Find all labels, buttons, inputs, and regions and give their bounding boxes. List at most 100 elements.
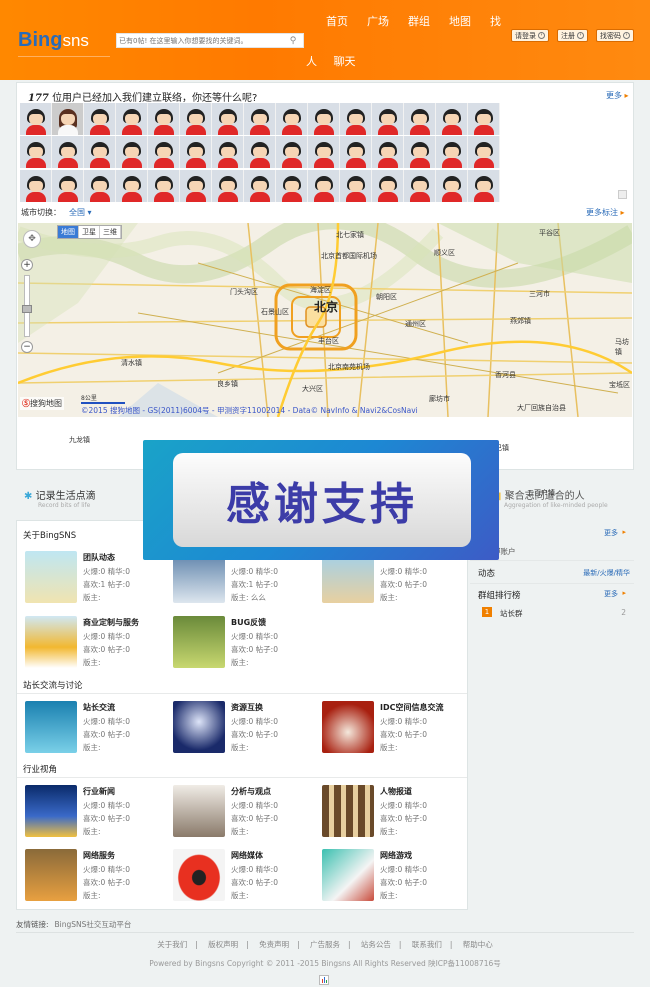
group-name[interactable]: 网络服务 <box>83 850 115 861</box>
nav-chat[interactable]: 聊天 <box>334 55 356 68</box>
group-name[interactable]: 团队动态 <box>83 552 115 563</box>
user-avatar[interactable] <box>308 136 340 169</box>
group-name[interactable]: 站长交流 <box>83 702 115 713</box>
zoom-out-button[interactable]: − <box>21 341 33 353</box>
user-avatar[interactable] <box>340 169 372 202</box>
group-thumbnail[interactable] <box>322 701 374 753</box>
user-avatar[interactable] <box>372 136 404 169</box>
map-type-map[interactable]: 地图 <box>58 226 79 238</box>
user-avatar[interactable] <box>52 136 84 169</box>
user-avatar[interactable] <box>244 103 276 135</box>
map-type-satellite[interactable]: 卫星 <box>79 226 100 238</box>
group-name[interactable]: 行业新闻 <box>83 786 115 797</box>
zoom-handle[interactable] <box>22 305 32 313</box>
user-avatar[interactable] <box>84 136 116 169</box>
rank-item[interactable]: 站长群 <box>500 608 523 619</box>
user-avatar[interactable] <box>436 169 468 202</box>
group-card[interactable]: 站长交流 火爆:0 精华:0 喜欢:0 帖子:0 版主: <box>25 701 165 753</box>
scroll-handle[interactable] <box>618 190 627 199</box>
user-avatar[interactable] <box>468 103 500 135</box>
user-avatar[interactable] <box>148 103 180 135</box>
nav-find-people-b[interactable]: 人 <box>306 55 317 68</box>
user-avatar[interactable] <box>180 169 212 202</box>
group-card[interactable]: 网络媒体 火爆:0 精华:0 喜欢:0 帖子:0 版主: <box>173 849 313 901</box>
group-card[interactable]: 人物报道 火爆:0 精华:0 喜欢:0 帖子:0 版主: <box>322 785 462 837</box>
user-avatar[interactable] <box>276 169 308 202</box>
user-avatar[interactable] <box>180 136 212 169</box>
user-avatar[interactable] <box>212 169 244 202</box>
users-more-link[interactable]: 更多 <box>606 90 629 101</box>
nav-find-people-a[interactable]: 找 <box>490 13 501 29</box>
group-card[interactable]: 网络游戏 火爆:0 精华:0 喜欢:0 帖子:0 版主: <box>322 849 462 901</box>
group-thumbnail[interactable] <box>173 701 225 753</box>
user-avatar[interactable] <box>52 169 84 202</box>
group-thumbnail[interactable] <box>173 849 225 901</box>
group-name[interactable]: 商业定制与服务 <box>83 617 139 628</box>
group-card[interactable]: 分析与观点 火爆:0 精华:0 喜欢:0 帖子:0 版主: <box>173 785 313 837</box>
group-name[interactable]: 资源互换 <box>231 702 263 713</box>
user-avatar[interactable] <box>84 169 116 202</box>
user-avatar[interactable] <box>404 169 436 202</box>
footer-link-contact[interactable]: 联系我们 <box>412 940 442 949</box>
group-thumbnail[interactable] <box>322 849 374 901</box>
user-avatar[interactable] <box>20 136 52 169</box>
group-name[interactable]: BUG反馈 <box>231 617 266 628</box>
zoom-in-button[interactable]: + <box>21 259 33 271</box>
user-avatar[interactable] <box>404 136 436 169</box>
site-logo[interactable]: Bingsns <box>18 29 110 57</box>
nav-square[interactable]: 广场 <box>367 13 389 29</box>
city-select[interactable]: 全国 ▾ <box>69 208 92 217</box>
group-card[interactable]: 行业新闻 火爆:0 精华:0 喜欢:0 帖子:0 版主: <box>25 785 165 837</box>
friend-link[interactable]: BingSNS社交互动平台 <box>55 920 132 929</box>
footer-link-ads[interactable]: 广告服务 <box>310 940 340 949</box>
group-card[interactable]: 资源互换 火爆:0 精华:0 喜欢:0 帖子:0 版主: <box>173 701 313 753</box>
footer-link-disclaimer[interactable]: 免责声明 <box>259 940 289 949</box>
group-thumbnail[interactable] <box>25 551 77 603</box>
user-avatar[interactable] <box>436 103 468 135</box>
user-avatar[interactable] <box>244 169 276 202</box>
user-avatar[interactable] <box>372 169 404 202</box>
group-name[interactable]: 分析与观点 <box>231 786 271 797</box>
user-avatar[interactable] <box>20 103 52 135</box>
map-pan-control[interactable]: ✥ <box>23 230 41 248</box>
user-avatar[interactable] <box>116 169 148 202</box>
user-avatar[interactable] <box>148 136 180 169</box>
group-name[interactable]: 人物报道 <box>380 786 412 797</box>
login-button[interactable]: 请登录 › <box>511 29 549 42</box>
group-name[interactable]: IDC空间信息交流 <box>380 702 444 713</box>
search-icon[interactable]: ⚲ <box>287 34 299 47</box>
group-thumbnail[interactable] <box>322 785 374 837</box>
user-avatar[interactable] <box>340 136 372 169</box>
user-avatar[interactable] <box>212 103 244 135</box>
map-type-3d[interactable]: 三维 <box>100 226 121 238</box>
user-avatar[interactable] <box>308 169 340 202</box>
group-thumbnail[interactable] <box>173 785 225 837</box>
user-avatar[interactable] <box>276 136 308 169</box>
register-button[interactable]: 注册 › <box>557 29 588 42</box>
group-card[interactable]: 商业定制与服务 火爆:0 精华:0 喜欢:0 帖子:0 版主: <box>25 616 165 668</box>
user-avatar[interactable] <box>244 136 276 169</box>
group-card[interactable]: BUG反馈 火爆:0 精华:0 喜欢:0 帖子:0 版主: <box>173 616 313 668</box>
search-input[interactable] <box>117 34 287 47</box>
footer-link-copyright[interactable]: 版权声明 <box>208 940 238 949</box>
map-zoom-slider[interactable]: + − <box>21 259 33 355</box>
group-thumbnail[interactable] <box>173 616 225 668</box>
user-avatar[interactable] <box>116 136 148 169</box>
footer-link-about[interactable]: 关于我们 <box>157 940 187 949</box>
user-avatar[interactable] <box>404 103 436 135</box>
notice-more-link[interactable]: 更多 <box>604 528 618 538</box>
group-name[interactable]: 网络游戏 <box>380 850 412 861</box>
rank-more-link[interactable]: 更多 <box>604 589 618 599</box>
nav-groups[interactable]: 群组 <box>408 13 430 29</box>
map-copyright[interactable]: ©2015 搜狗地图 - GS(2011)6004号 - 甲测资字1100201… <box>81 405 418 416</box>
user-avatar[interactable] <box>20 169 52 202</box>
find-password-button[interactable]: 找密码 › <box>596 29 634 42</box>
group-thumbnail[interactable] <box>25 701 77 753</box>
nav-home[interactable]: 首页 <box>326 13 348 29</box>
footer-link-help[interactable]: 帮助中心 <box>463 940 493 949</box>
user-avatar[interactable] <box>84 103 116 135</box>
user-avatar[interactable] <box>276 103 308 135</box>
footer-link-notice[interactable]: 站务公告 <box>361 940 391 949</box>
group-card[interactable]: 网络服务 火爆:0 精华:0 喜欢:0 帖子:0 版主: <box>25 849 165 901</box>
nav-map[interactable]: 地图 <box>449 13 471 29</box>
